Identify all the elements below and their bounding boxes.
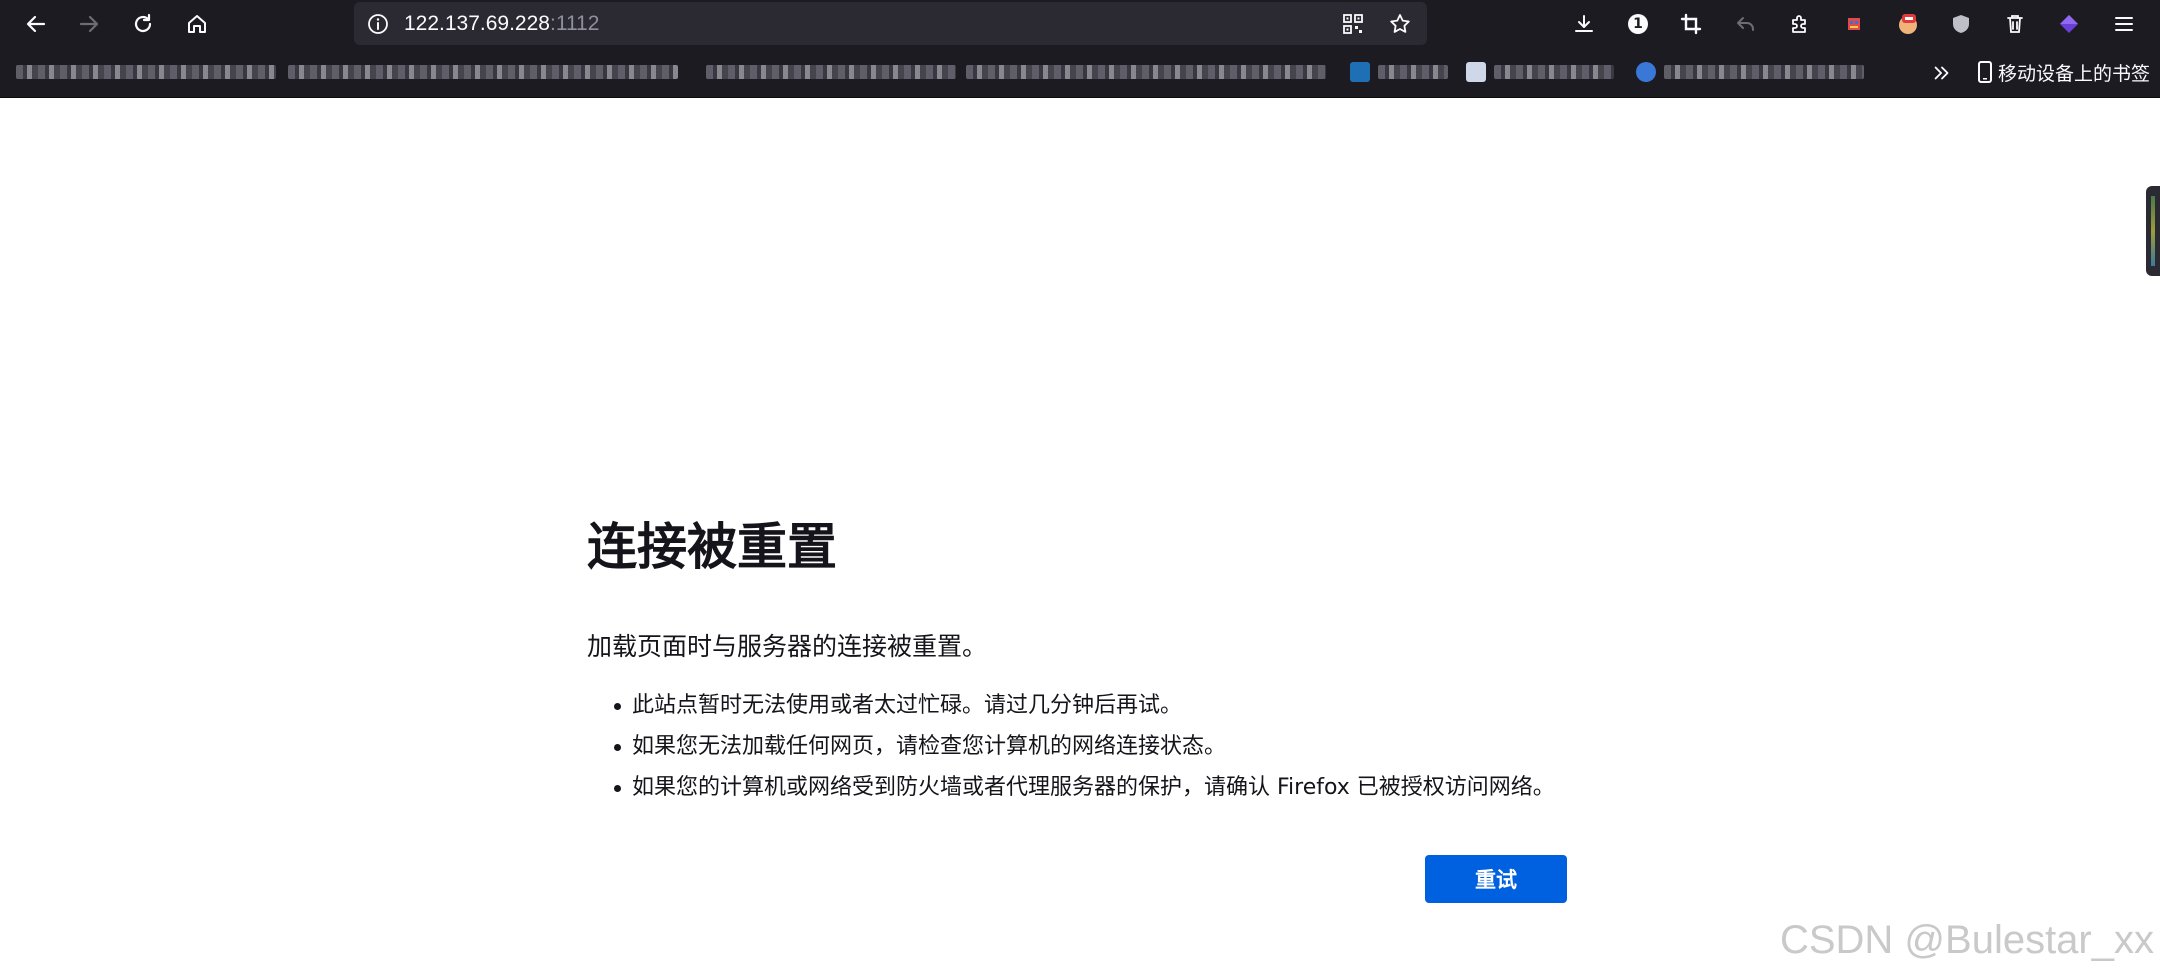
puzzle-icon bbox=[1792, 15, 1806, 33]
bookmark-star-icon[interactable] bbox=[1382, 6, 1418, 42]
browser-toolbar: 122.137.69.228:1112 1 bbox=[0, 0, 2160, 47]
url-port: :1112 bbox=[549, 12, 600, 35]
mobile-bookmarks-label: 移动设备上的书签 bbox=[1998, 62, 2151, 85]
error-description: 加载页面时与服务器的连接被重置。 bbox=[587, 632, 988, 661]
suggestion-item: 如果您的计算机或网络受到防火墙或者代理服务器的保护，请确认 Firefox 已被… bbox=[587, 767, 1555, 808]
extension-shield-button[interactable] bbox=[1943, 6, 1979, 42]
extensions-button[interactable] bbox=[1782, 6, 1818, 42]
purple-gem-icon bbox=[2060, 15, 2078, 33]
screenshot-crop-button[interactable] bbox=[1673, 6, 1709, 42]
side-widget-handle[interactable] bbox=[2146, 186, 2160, 276]
double-chevron-right-icon bbox=[1934, 66, 1949, 80]
shield-icon bbox=[1953, 15, 1969, 33]
bookmark-item[interactable] bbox=[288, 60, 678, 84]
home-icon bbox=[188, 15, 206, 33]
bookmark-item[interactable] bbox=[1636, 60, 1864, 84]
pixel-monster-icon bbox=[1848, 18, 1860, 30]
downloads-button[interactable] bbox=[1566, 6, 1602, 42]
address-bar[interactable]: 122.137.69.228:1112 bbox=[354, 2, 1427, 45]
bookmark-item[interactable] bbox=[966, 60, 1326, 84]
suggestion-item: 如果您无法加载任何网页，请检查您计算机的网络连接状态。 bbox=[587, 726, 1555, 767]
extension-badge-button[interactable]: 1 bbox=[1620, 6, 1656, 42]
error-title: 连接被重置 bbox=[587, 518, 837, 576]
qr-code-icon[interactable] bbox=[1335, 6, 1371, 42]
forward-button[interactable] bbox=[71, 6, 107, 42]
arrow-left-icon bbox=[26, 15, 46, 33]
url-text[interactable]: 122.137.69.228:1112 bbox=[404, 2, 599, 45]
menu-button[interactable] bbox=[2106, 6, 2142, 42]
arrow-right-icon bbox=[79, 15, 99, 33]
bookmark-item[interactable] bbox=[16, 60, 276, 84]
retry-button[interactable]: 重试 bbox=[1425, 855, 1567, 903]
back-button[interactable] bbox=[18, 6, 54, 42]
extension-gem-button[interactable] bbox=[2051, 6, 2087, 42]
trash-icon bbox=[2007, 15, 2023, 33]
crop-icon bbox=[1680, 13, 1702, 35]
extension-pixel-button[interactable] bbox=[1836, 6, 1872, 42]
suggestion-item: 此站点暂时无法使用或者太过忙碌。请过几分钟后再试。 bbox=[587, 685, 1555, 726]
watermark: CSDN @Bulestar_xx bbox=[1779, 918, 2154, 962]
bookmark-item[interactable] bbox=[706, 60, 956, 84]
mobile-bookmarks-folder[interactable]: 移动设备上的书签 bbox=[1976, 47, 2150, 97]
avatar-icon bbox=[1899, 14, 1917, 34]
download-icon bbox=[1575, 15, 1593, 32]
bookmark-favicon bbox=[1636, 62, 1656, 82]
url-host: 122.137.69.228 bbox=[404, 12, 550, 35]
site-info-icon[interactable] bbox=[364, 10, 392, 38]
undo-button[interactable] bbox=[1728, 6, 1764, 42]
mobile-phone-icon bbox=[1978, 61, 1992, 83]
bookmark-favicon bbox=[1466, 62, 1486, 82]
hamburger-menu-icon bbox=[2115, 17, 2133, 31]
extension-avatar-button[interactable] bbox=[1890, 6, 1926, 42]
bookmark-favicon bbox=[1350, 62, 1370, 82]
home-button[interactable] bbox=[179, 6, 215, 42]
extension-badge-number: 1 bbox=[1633, 16, 1643, 32]
error-suggestions-list: 此站点暂时无法使用或者太过忙碌。请过几分钟后再试。 如果您无法加载任何网页，请检… bbox=[587, 685, 1555, 808]
bookmark-item[interactable] bbox=[1350, 60, 1448, 84]
reload-button[interactable] bbox=[125, 6, 161, 42]
bookmark-item[interactable] bbox=[1466, 60, 1614, 84]
more-bookmarks-button[interactable] bbox=[1928, 59, 1956, 87]
bookmarks-toolbar: 移动设备上的书签 bbox=[0, 47, 2160, 98]
undo-icon bbox=[1737, 17, 1754, 31]
reload-icon bbox=[134, 13, 152, 33]
extension-trash-button[interactable] bbox=[1997, 6, 2033, 42]
